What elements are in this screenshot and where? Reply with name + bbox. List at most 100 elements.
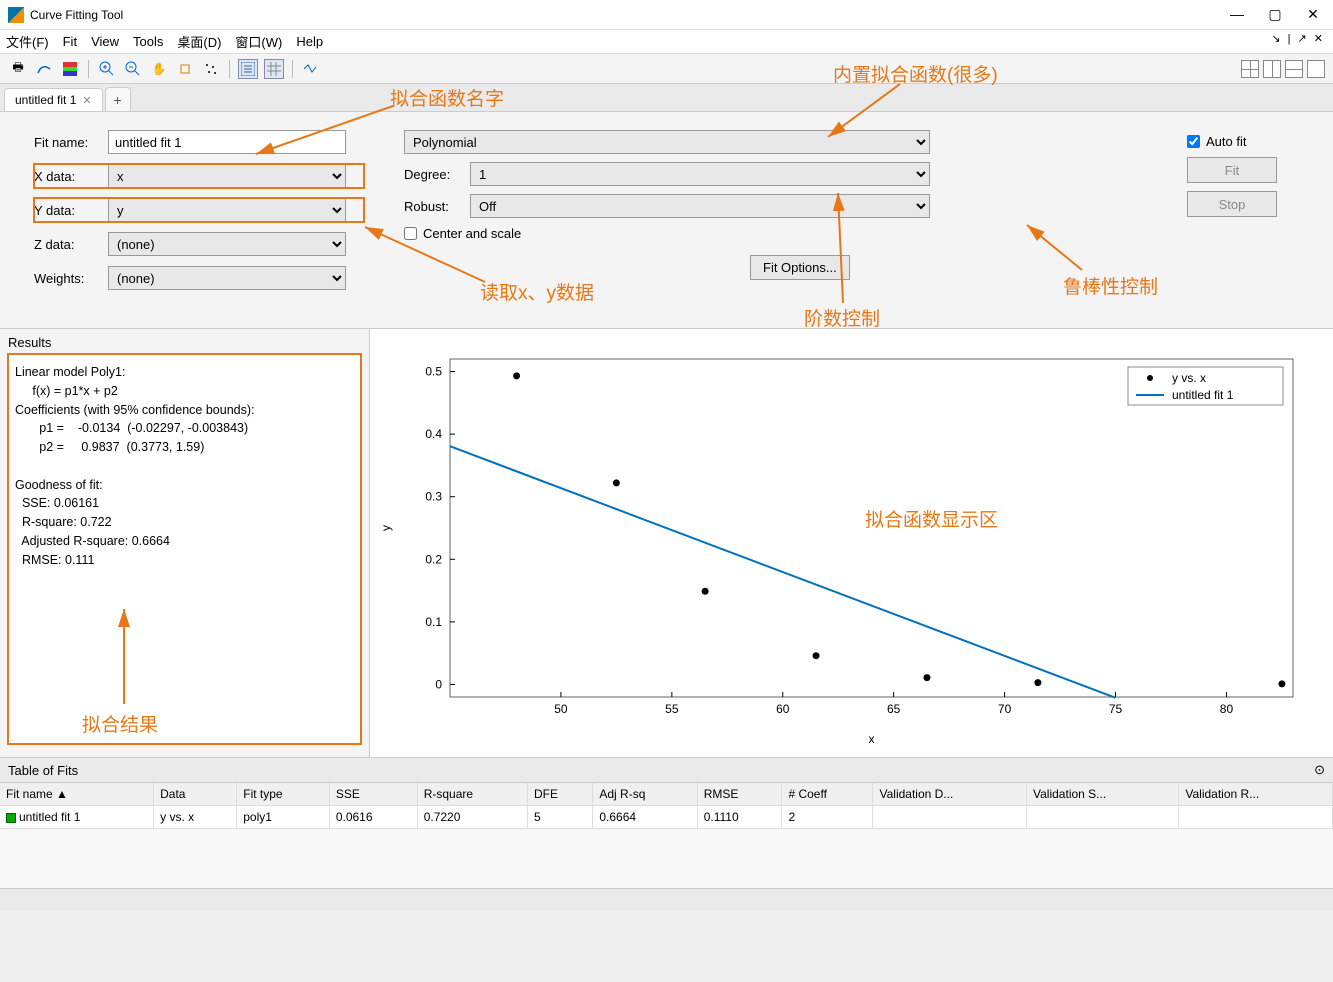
exclude-icon[interactable]	[201, 59, 221, 79]
menu-tools[interactable]: Tools	[133, 34, 163, 49]
zoom-out-icon[interactable]	[123, 59, 143, 79]
degree-label: Degree:	[404, 167, 470, 182]
results-text: Linear model Poly1: f(x) = p1*x + p2 Coe…	[8, 354, 361, 744]
svg-text:50: 50	[554, 702, 568, 716]
menu-help[interactable]: Help	[296, 34, 323, 49]
menu-view[interactable]: View	[91, 34, 119, 49]
autofit-checkbox[interactable]	[1187, 135, 1200, 148]
tof-col-10[interactable]: Validation S...	[1027, 783, 1179, 806]
tof-col-2[interactable]: Fit type	[237, 783, 330, 806]
tof-collapse-icon[interactable]: ⊙	[1314, 762, 1325, 778]
pan-icon[interactable]: ✋	[149, 59, 169, 79]
tof-cell-3: 0.0616	[329, 806, 417, 829]
tof-header: Table of Fits	[8, 763, 78, 778]
table-of-fits: Table of Fits ⊙ Fit name ▲DataFit typeSS…	[0, 757, 1333, 889]
tof-col-1[interactable]: Data	[154, 783, 237, 806]
zoom-in-icon[interactable]	[97, 59, 117, 79]
weights-select[interactable]: (none)	[108, 266, 346, 290]
tof-cell-9	[873, 806, 1027, 829]
svg-text:untitled fit 1: untitled fit 1	[1172, 388, 1234, 402]
plot-area[interactable]: 5055606570758000.10.20.30.40.5xyy vs. xu…	[370, 329, 1333, 757]
matlab-icon	[8, 7, 24, 23]
data-cursor-icon[interactable]	[175, 59, 195, 79]
xdata-select[interactable]: x	[108, 164, 346, 188]
tof-col-3[interactable]: SSE	[329, 783, 417, 806]
weights-label: Weights:	[34, 271, 108, 286]
tof-col-8[interactable]: # Coeff	[782, 783, 873, 806]
tof-table: Fit name ▲DataFit typeSSER-squareDFEAdj …	[0, 783, 1333, 829]
layout-vsplit-icon[interactable]	[1263, 60, 1281, 78]
tof-cell-10	[1027, 806, 1179, 829]
layout-hsplit-icon[interactable]	[1285, 60, 1303, 78]
menu-window[interactable]: 窗口(W)	[235, 32, 282, 51]
tof-cell-7: 0.1110	[697, 806, 782, 829]
tof-cell-6: 0.6664	[593, 806, 697, 829]
svg-text:65: 65	[887, 702, 901, 716]
svg-text:0: 0	[435, 677, 442, 691]
colormap-icon[interactable]	[60, 59, 80, 79]
menubar: 文件(F) Fit View Tools 桌面(D) 窗口(W) Help ↘ …	[0, 30, 1333, 54]
close-button[interactable]: ✕	[1301, 6, 1325, 23]
tab-fit-1[interactable]: untitled fit 1 ✕	[4, 88, 103, 111]
dock-controls[interactable]: ↘ | ↗ ✕	[1271, 32, 1325, 45]
maximize-button[interactable]: ▢	[1263, 6, 1287, 23]
robust-label: Robust:	[404, 199, 470, 214]
layout-quad-icon[interactable]	[1241, 60, 1259, 78]
tof-cell-0: untitled fit 1	[0, 806, 154, 829]
results-panel: Results Linear model Poly1: f(x) = p1*x …	[0, 329, 370, 757]
svg-text:75: 75	[1109, 702, 1123, 716]
svg-text:0.5: 0.5	[425, 365, 442, 379]
toolbar: 🖶 ✋	[0, 54, 1333, 84]
svg-text:0.3: 0.3	[425, 490, 442, 504]
tof-cell-1: y vs. x	[154, 806, 237, 829]
action-form: Auto fit Fit Stop	[1187, 130, 1307, 300]
residual-icon[interactable]	[301, 59, 321, 79]
tof-col-6[interactable]: Adj R-sq	[593, 783, 697, 806]
fit-button[interactable]: Fit	[1187, 157, 1277, 183]
svg-text:80: 80	[1220, 702, 1234, 716]
tof-cell-8: 2	[782, 806, 873, 829]
xdata-label: X data:	[34, 169, 108, 184]
mid-section: Results Linear model Poly1: f(x) = p1*x …	[0, 329, 1333, 757]
menu-desktop[interactable]: 桌面(D)	[177, 32, 221, 51]
stop-button[interactable]: Stop	[1187, 191, 1277, 217]
print-icon[interactable]: 🖶	[8, 59, 28, 79]
window-title: Curve Fitting Tool	[30, 8, 1225, 22]
tof-cell-4: 0.7220	[417, 806, 527, 829]
ydata-select[interactable]: y	[108, 198, 346, 222]
titlebar: Curve Fitting Tool — ▢ ✕	[0, 0, 1333, 30]
menu-fit[interactable]: Fit	[63, 34, 77, 49]
degree-select[interactable]: 1	[470, 162, 930, 186]
add-tab-button[interactable]: +	[105, 87, 131, 111]
tof-cell-11	[1179, 806, 1333, 829]
tof-cell-2: poly1	[237, 806, 330, 829]
tof-col-7[interactable]: RMSE	[697, 783, 782, 806]
results-header: Results	[8, 335, 361, 350]
tab-close-icon[interactable]: ✕	[82, 94, 91, 107]
fit-panel: Fit name: X data: x Y data: y Z data: (n…	[0, 112, 1333, 329]
grid-icon[interactable]	[264, 59, 284, 79]
minimize-button[interactable]: —	[1225, 6, 1249, 23]
menu-file[interactable]: 文件(F)	[6, 32, 49, 51]
tof-col-9[interactable]: Validation D...	[873, 783, 1027, 806]
svg-text:0.1: 0.1	[425, 615, 442, 629]
tof-col-0[interactable]: Fit name ▲	[0, 783, 154, 806]
layout-single-icon[interactable]	[1307, 60, 1325, 78]
surface-icon[interactable]	[34, 59, 54, 79]
tof-col-11[interactable]: Validation R...	[1179, 783, 1333, 806]
tab-label: untitled fit 1	[15, 93, 76, 107]
tof-col-5[interactable]: DFE	[527, 783, 592, 806]
svg-text:70: 70	[998, 702, 1012, 716]
svg-text:55: 55	[665, 702, 679, 716]
svg-text:y vs. x: y vs. x	[1172, 371, 1206, 385]
statusbar	[0, 889, 1333, 911]
fit-name-label: Fit name:	[34, 135, 108, 150]
zdata-label: Z data:	[34, 237, 108, 252]
tof-cell-5: 5	[527, 806, 592, 829]
tof-col-4[interactable]: R-square	[417, 783, 527, 806]
legend-icon[interactable]	[238, 59, 258, 79]
svg-text:x: x	[869, 732, 875, 746]
svg-text:0.4: 0.4	[425, 427, 442, 441]
autofit-label: Auto fit	[1206, 134, 1246, 149]
zdata-select[interactable]: (none)	[108, 232, 346, 256]
